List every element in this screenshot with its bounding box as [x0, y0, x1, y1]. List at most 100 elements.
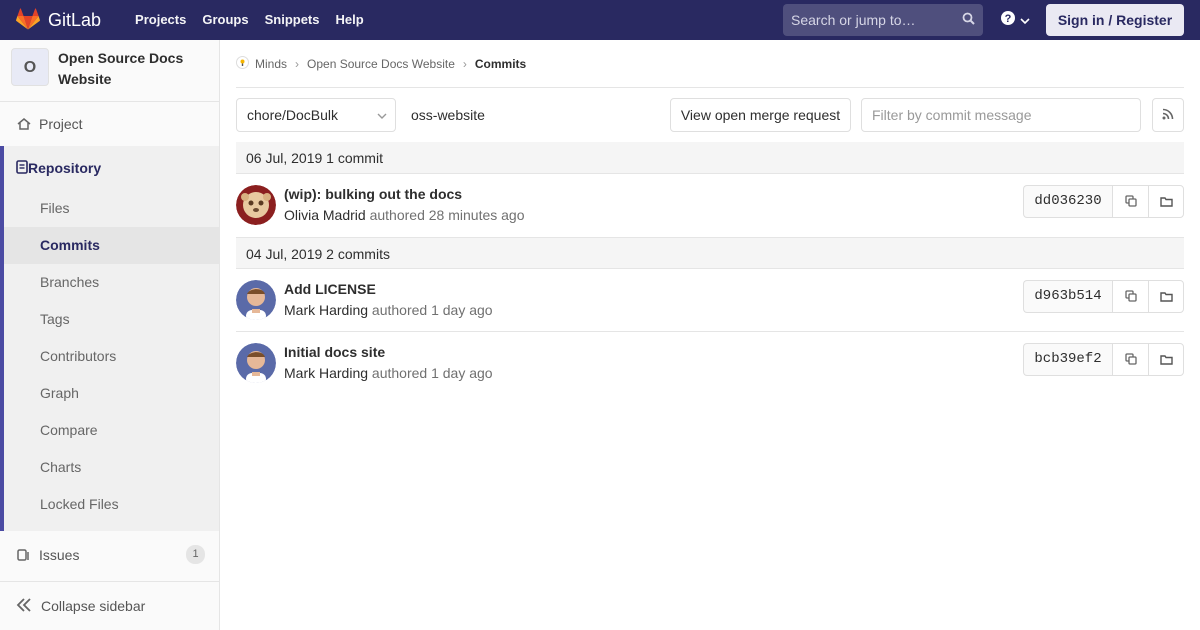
sidebar-item-locked-files[interactable]: Locked Files: [4, 486, 219, 523]
commit-row: Add LICENSE Mark Harding authored 1 day …: [236, 269, 1184, 332]
commits-controls: chore/DocBulk oss-website View open merg…: [236, 88, 1184, 142]
sidebar-item-contributors[interactable]: Contributors: [4, 338, 219, 375]
commit-time: 28 minutes ago: [428, 207, 525, 223]
chevron-right-icon: ›: [295, 56, 300, 71]
avatar[interactable]: [236, 185, 276, 225]
commit-title[interactable]: Initial docs site: [284, 344, 385, 360]
commit-day-header: 06 Jul, 2019 1 commit: [236, 142, 1184, 174]
breadcrumb: Minds › Open Source Docs Website › Commi…: [236, 40, 1184, 88]
nav-snippets[interactable]: Snippets: [257, 0, 328, 40]
double-chevron-left-icon: [16, 597, 32, 615]
commit-day-header: 04 Jul, 2019 2 commits: [236, 237, 1184, 269]
search-icon: [962, 12, 975, 28]
home-icon: [16, 116, 32, 132]
rss-feed-button[interactable]: [1152, 98, 1184, 132]
commit-time: 1 day ago: [431, 365, 493, 381]
commit-title[interactable]: Add LICENSE: [284, 281, 376, 297]
svg-text:?: ?: [1005, 13, 1012, 25]
avatar[interactable]: [236, 343, 276, 383]
commit-author[interactable]: Mark Harding: [284, 365, 368, 381]
commit-row: Initial docs site Mark Harding authored …: [236, 332, 1184, 395]
search-box: [783, 4, 983, 36]
sidebar-item-charts[interactable]: Charts: [4, 449, 219, 486]
copy-icon: [1124, 194, 1137, 210]
commit-author[interactable]: Olivia Madrid: [284, 207, 366, 223]
nav-links: Projects Groups Snippets Help: [127, 0, 372, 40]
sidebar: O Open Source Docs Website Project Repos…: [0, 40, 220, 630]
question-circle-icon: ?: [1000, 10, 1016, 29]
copy-icon: [1124, 352, 1137, 368]
sidebar-item-label: Repository: [28, 160, 102, 176]
project-header[interactable]: O Open Source Docs Website: [0, 40, 219, 102]
project-name: Open Source Docs Website: [58, 50, 184, 87]
commit-sha[interactable]: bcb39ef2: [1023, 343, 1112, 376]
copy-icon: [1124, 289, 1137, 305]
commit-time: 1 day ago: [431, 302, 493, 318]
commit-sha-group: d963b514: [1023, 280, 1184, 313]
sidebar-item-label: Project: [39, 115, 83, 132]
copy-sha-button[interactable]: [1112, 185, 1148, 218]
sidebar-item-issues[interactable]: Issues 1: [0, 533, 219, 576]
search-input[interactable]: [791, 12, 951, 28]
gitlab-home-link[interactable]: GitLab: [16, 7, 102, 33]
branch-dropdown-value: chore/DocBulk: [247, 107, 339, 123]
folder-open-icon: [1159, 289, 1173, 305]
folder-open-icon: [1159, 194, 1173, 210]
view-merge-request-button[interactable]: View open merge request: [670, 98, 851, 132]
sidebar-item-label: Issues: [39, 546, 80, 563]
nav-help[interactable]: Help: [328, 0, 372, 40]
sidebar-item-branches[interactable]: Branches: [4, 264, 219, 301]
commit-row: (wip): bulking out the docs Olivia Madri…: [236, 174, 1184, 237]
commit-filter-input[interactable]: [861, 98, 1141, 132]
group-avatar-icon: [236, 55, 249, 72]
chevron-right-icon: ›: [462, 56, 467, 71]
main-content: Minds › Open Source Docs Website › Commi…: [236, 40, 1184, 395]
copy-sha-button[interactable]: [1112, 280, 1148, 313]
commit-meta: Mark Harding authored 1 day ago: [284, 302, 493, 318]
commit-sha-group: dd036230: [1023, 185, 1184, 218]
collapse-sidebar-button[interactable]: Collapse sidebar: [0, 581, 219, 630]
commit-authored-word: authored: [371, 365, 428, 381]
copy-sha-button[interactable]: [1112, 343, 1148, 376]
avatar[interactable]: [236, 280, 276, 320]
commit-sha[interactable]: dd036230: [1023, 185, 1112, 218]
commit-meta: Mark Harding authored 1 day ago: [284, 365, 493, 381]
browse-files-button[interactable]: [1148, 185, 1184, 218]
commit-sha[interactable]: d963b514: [1023, 280, 1112, 313]
issues-count-badge: 1: [186, 545, 205, 564]
nav-groups[interactable]: Groups: [194, 0, 256, 40]
browse-files-button[interactable]: [1148, 280, 1184, 313]
sidebar-item-tags[interactable]: Tags: [4, 301, 219, 338]
commit-meta: Olivia Madrid authored 28 minutes ago: [284, 207, 525, 223]
breadcrumb-project[interactable]: Open Source Docs Website: [307, 57, 455, 71]
nav-projects[interactable]: Projects: [127, 0, 194, 40]
sign-in-button[interactable]: Sign in / Register: [1046, 4, 1184, 36]
project-avatar: O: [11, 48, 49, 86]
chevron-down-icon: [377, 99, 387, 131]
doc-icon: [16, 159, 28, 177]
commit-title[interactable]: (wip): bulking out the docs: [284, 186, 462, 202]
sidebar-item-files[interactable]: Files: [4, 190, 219, 227]
commit-author[interactable]: Mark Harding: [284, 302, 368, 318]
repo-path[interactable]: oss-website: [411, 98, 485, 132]
rss-icon: [1162, 107, 1174, 123]
help-dropdown[interactable]: ?: [1000, 10, 1030, 29]
sidebar-item-graph[interactable]: Graph: [4, 375, 219, 412]
issues-icon: [16, 547, 32, 563]
folder-open-icon: [1159, 352, 1173, 368]
breadcrumb-current[interactable]: Commits: [475, 57, 526, 71]
brand-name: GitLab: [48, 9, 102, 30]
sidebar-item-project[interactable]: Project: [0, 102, 219, 145]
top-navbar: GitLab Projects Groups Snippets Help ? S…: [0, 0, 1200, 40]
collapse-sidebar-label: Collapse sidebar: [41, 598, 146, 614]
sidebar-item-repository[interactable]: Repository: [4, 146, 219, 190]
sidebar-item-compare[interactable]: Compare: [4, 412, 219, 449]
gitlab-logo-icon: [16, 7, 40, 33]
sidebar-item-commits[interactable]: Commits: [4, 227, 219, 264]
branch-dropdown[interactable]: chore/DocBulk: [236, 98, 396, 132]
chevron-down-icon: [1020, 12, 1030, 28]
breadcrumb-group[interactable]: Minds: [255, 57, 287, 71]
commit-authored-word: authored: [369, 207, 425, 223]
browse-files-button[interactable]: [1148, 343, 1184, 376]
commit-sha-group: bcb39ef2: [1023, 343, 1184, 376]
